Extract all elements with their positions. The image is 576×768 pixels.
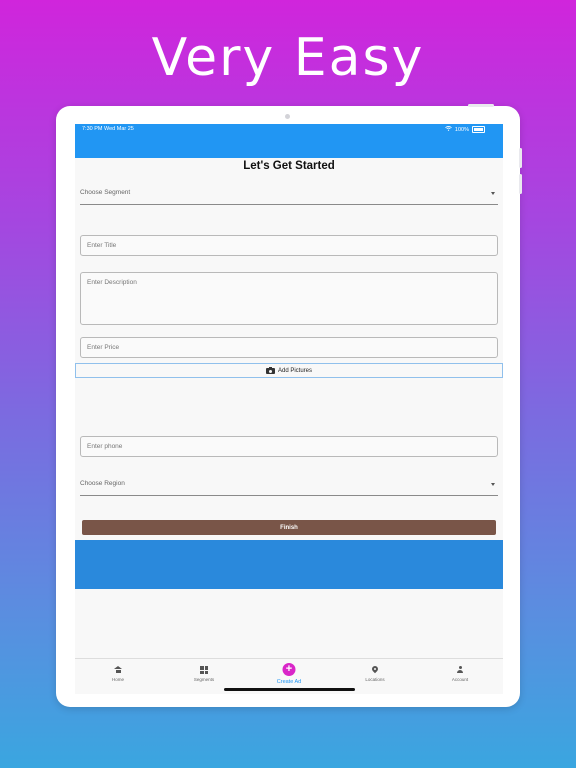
description-input[interactable]: Enter Description [80, 272, 498, 325]
nav-label-account: Account [451, 677, 469, 682]
camera-icon [265, 367, 275, 374]
nav-item-account[interactable]: Account [417, 659, 503, 694]
app-screen: 7:30 PM Wed Mar 25 100% Let's Get Starte… [75, 124, 503, 694]
add-pictures-button[interactable]: Add Pictures [75, 363, 503, 378]
banner-area [75, 540, 503, 589]
status-time-date: 7:30 PM Wed Mar 25 [82, 126, 134, 132]
dropdown-arrow-icon [491, 192, 495, 195]
status-right: 100% [445, 126, 485, 133]
ipad-volume-down-button [519, 174, 522, 194]
person-icon [457, 666, 463, 673]
add-pictures-label: Add Pictures [277, 367, 313, 374]
page-title: Let's Get Started [243, 160, 335, 172]
ipad-frame: 7:30 PM Wed Mar 25 100% Let's Get Starte… [56, 104, 522, 707]
headline: Very Easy [151, 28, 425, 88]
price-input[interactable]: Enter Price [80, 337, 498, 358]
battery-percent: 100% [454, 126, 469, 133]
nav-label-home: Home [111, 677, 124, 682]
nav-item-home[interactable]: Home [75, 659, 161, 694]
camera-dot [285, 114, 290, 119]
price-placeholder: Enter Price [87, 344, 120, 351]
description-placeholder: Enter Description [87, 279, 137, 286]
home-icon [114, 666, 122, 673]
title-input[interactable]: Enter Title [80, 235, 498, 256]
nav-label-create-ad: Create Ad [276, 679, 302, 685]
location-pin-icon [370, 664, 380, 674]
dashboard-icon [200, 666, 208, 674]
segment-dropdown[interactable]: Choose Segment [80, 182, 498, 205]
ipad-volume-up-button [519, 148, 522, 168]
home-indicator [224, 688, 355, 691]
phone-placeholder: Enter phone [87, 443, 123, 450]
finish-button[interactable]: Finish [82, 520, 496, 535]
segment-dropdown-label: Choose Segment [80, 189, 131, 196]
plus-circle-icon: + [282, 663, 296, 676]
phone-input[interactable]: Enter phone [80, 436, 498, 457]
battery-icon [472, 126, 485, 133]
region-dropdown[interactable]: Choose Region [80, 473, 498, 496]
ipad-top-button [468, 104, 494, 107]
app-bar: 7:30 PM Wed Mar 25 100% [75, 124, 503, 158]
region-dropdown-label: Choose Region [80, 480, 125, 487]
dropdown-arrow-icon [491, 483, 495, 486]
title-placeholder: Enter Title [87, 242, 117, 249]
nav-label-segments: Segments [193, 677, 215, 682]
finish-label: Finish [280, 524, 298, 531]
wifi-icon [445, 126, 452, 133]
nav-label-locations: Locations [365, 677, 385, 682]
